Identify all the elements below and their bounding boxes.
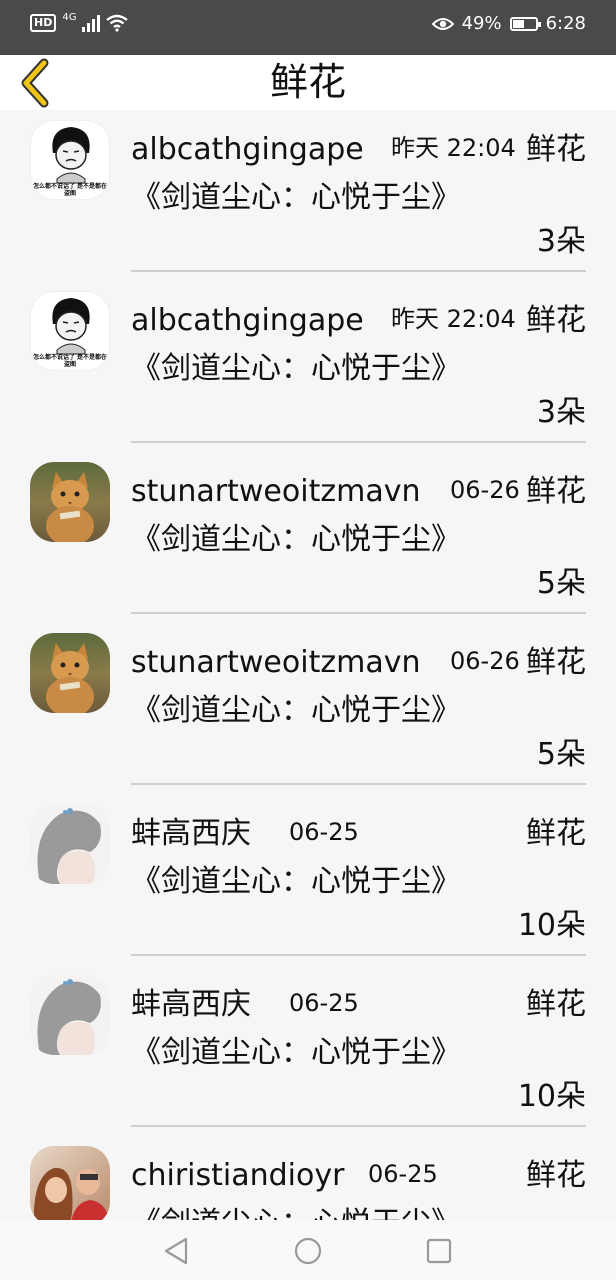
gift-type: 鲜花 — [526, 474, 586, 509]
nav-recents-icon[interactable] — [425, 1236, 453, 1266]
send-date: 昨天 22:04 — [391, 134, 516, 162]
meme-face-avatar[interactable]: 怎么都不说话了 是不是都在盗图 — [30, 120, 110, 200]
gift-type: 鲜花 — [526, 645, 586, 680]
avatar-caption: 怎么都不说话了 是不是都在盗图 — [32, 183, 108, 197]
girl-sketch-avatar[interactable] — [30, 975, 110, 1055]
battery-icon — [509, 16, 541, 31]
list-item[interactable]: 蚌高西庆 06-25 鲜花 《剑道尘心：心悦于尘》 10朵 — [0, 965, 616, 1136]
status-bar: HD 4G 49% 6:28 — [0, 0, 616, 55]
send-date: 06-25 — [289, 989, 359, 1017]
page-title: 鲜花 — [269, 60, 346, 104]
signal-icon — [82, 14, 101, 32]
sender-name: stunartweoitzmavn — [131, 645, 421, 680]
gift-count: 5朵 — [536, 566, 586, 601]
send-date: 06-26 — [450, 476, 520, 504]
gift-count: 3朵 — [536, 395, 586, 430]
gift-type: 鲜花 — [526, 987, 586, 1022]
book-title: 《剑道尘心：心悦于尘》 — [131, 693, 461, 728]
nav-home-icon[interactable] — [293, 1236, 323, 1266]
list-item[interactable]: 怎么都不说话了 是不是都在盗图 albcathgingape 昨天 22:04 … — [0, 281, 616, 452]
book-title: 《剑道尘心：心悦于尘》 — [131, 180, 461, 215]
book-title: 《剑道尘心：心悦于尘》 — [131, 1200, 461, 1220]
divider — [131, 783, 586, 785]
sender-name: albcathgingape — [131, 132, 364, 167]
title-bar: 鲜花 — [0, 55, 616, 110]
sender-name: 蚌高西庆 — [131, 816, 251, 851]
sender-name: stunartweoitzmavn — [131, 474, 421, 509]
book-title: 《剑道尘心：心悦于尘》 — [131, 351, 461, 386]
send-date: 06-26 — [450, 647, 520, 675]
book-title: 《剑道尘心：心悦于尘》 — [131, 522, 461, 557]
two-people-photo-avatar[interactable] — [30, 1146, 110, 1220]
send-date: 06-25 — [368, 1160, 438, 1188]
gift-count: 5朵 — [536, 737, 586, 772]
sender-name: chiristiandioyr — [131, 1158, 345, 1193]
divider — [131, 1125, 586, 1127]
list-item[interactable]: 怎么都不说话了 是不是都在盗图 albcathgingape 昨天 22:04 … — [0, 110, 616, 281]
book-title: 《剑道尘心：心悦于尘》 — [131, 1035, 461, 1070]
divider — [131, 612, 586, 614]
sender-name: albcathgingape — [131, 303, 364, 338]
network-type: 4G — [62, 11, 77, 23]
divider — [131, 954, 586, 956]
divider — [131, 270, 586, 272]
cat-photo-avatar[interactable] — [30, 633, 110, 713]
eye-comfort-icon — [431, 17, 454, 30]
meme-face-avatar[interactable]: 怎么都不说话了 是不是都在盗图 — [30, 291, 110, 371]
divider — [131, 441, 586, 443]
list-item[interactable]: stunartweoitzmavn 06-26 鲜花 《剑道尘心：心悦于尘》 5… — [0, 452, 616, 623]
gift-record-list[interactable]: 怎么都不说话了 是不是都在盗图 albcathgingape 昨天 22:04 … — [0, 110, 616, 1220]
send-date: 昨天 22:04 — [391, 305, 516, 333]
list-item[interactable]: chiristiandioyr 06-25 鲜花 《剑道尘心：心悦于尘》 — [0, 1136, 616, 1220]
gift-type: 鲜花 — [526, 303, 586, 338]
list-item[interactable]: 蚌高西庆 06-25 鲜花 《剑道尘心：心悦于尘》 10朵 — [0, 794, 616, 965]
cat-photo-avatar[interactable] — [30, 462, 110, 542]
gift-count: 10朵 — [517, 1079, 586, 1114]
hd-badge: HD — [30, 14, 57, 32]
clock: 6:28 — [545, 13, 586, 34]
book-title: 《剑道尘心：心悦于尘》 — [131, 864, 461, 899]
battery-percent: 49% — [461, 13, 502, 34]
gift-type: 鲜花 — [526, 816, 586, 851]
list-item[interactable]: stunartweoitzmavn 06-26 鲜花 《剑道尘心：心悦于尘》 5… — [0, 623, 616, 794]
system-nav-bar — [0, 1220, 616, 1280]
sender-name: 蚌高西庆 — [131, 987, 251, 1022]
wifi-icon — [106, 14, 129, 32]
send-date: 06-25 — [289, 818, 359, 846]
avatar-caption: 怎么都不说话了 是不是都在盗图 — [32, 354, 108, 368]
gift-type: 鲜花 — [526, 1158, 586, 1193]
gift-count: 3朵 — [536, 224, 586, 259]
gift-count: 10朵 — [517, 908, 586, 943]
girl-sketch-avatar[interactable] — [30, 804, 110, 884]
nav-back-icon[interactable] — [162, 1236, 190, 1266]
gift-type: 鲜花 — [526, 132, 586, 167]
